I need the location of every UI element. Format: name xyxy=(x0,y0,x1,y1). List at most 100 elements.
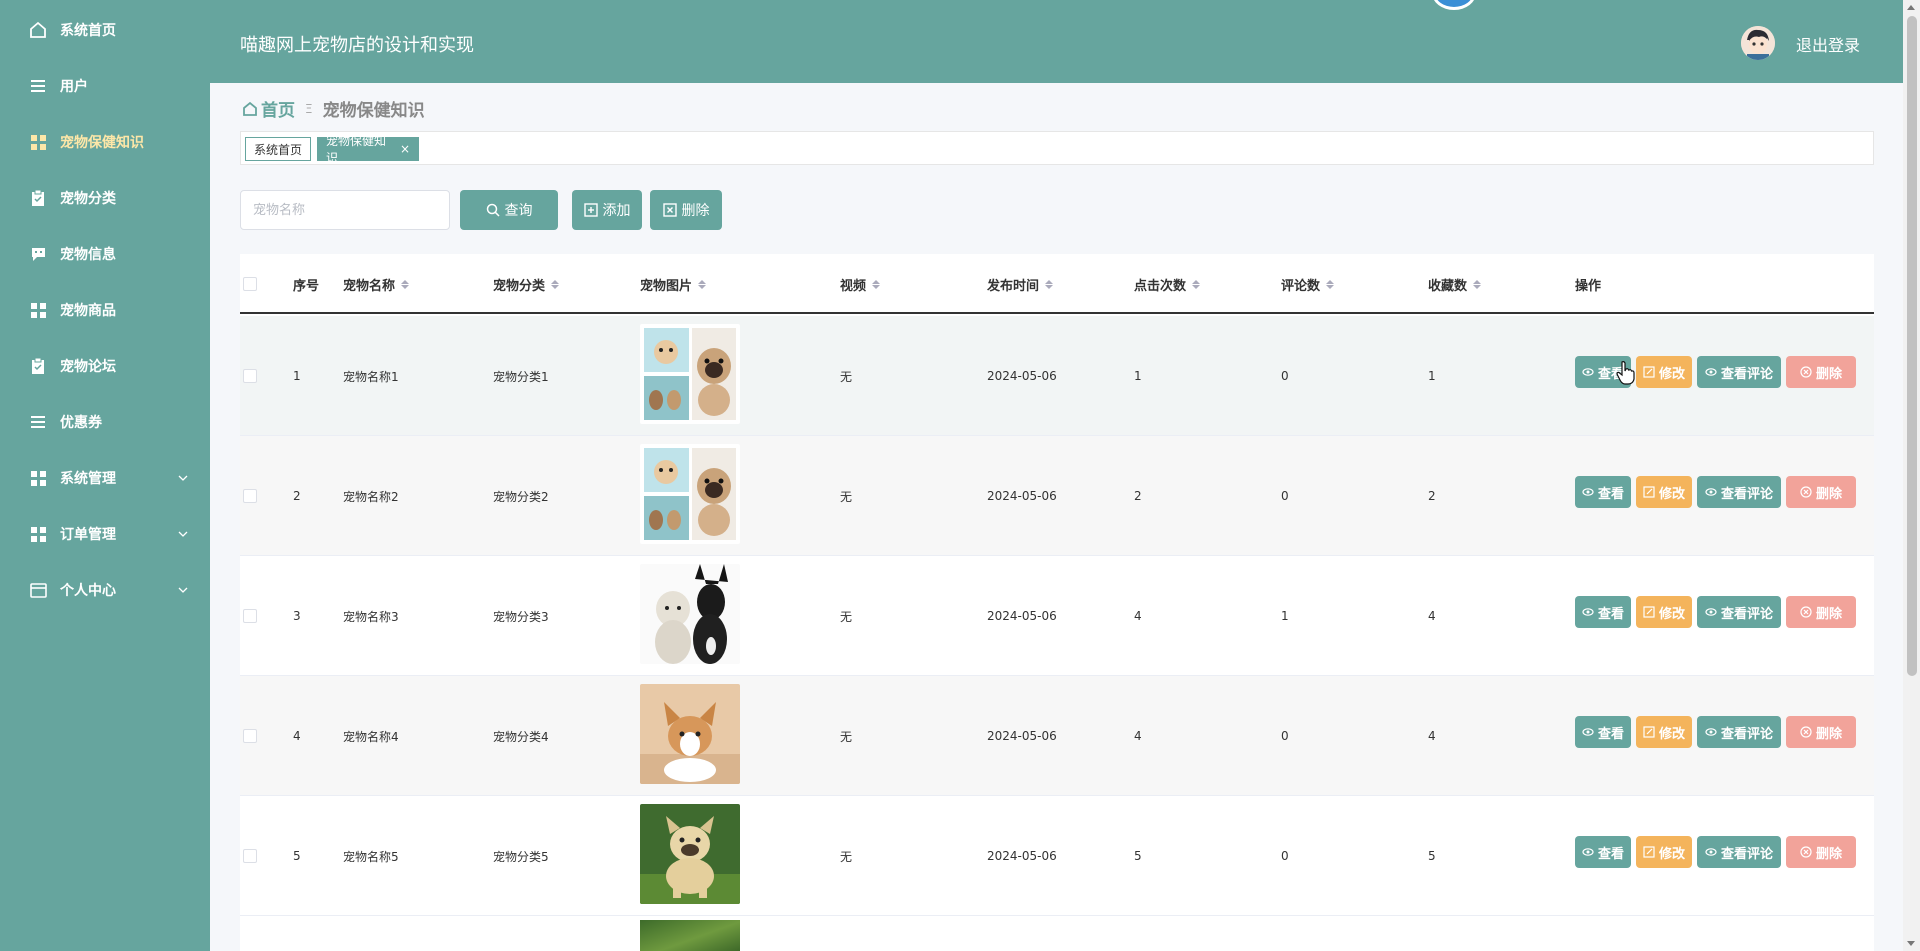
delete-button[interactable]: 删除 xyxy=(650,190,722,230)
row-delete-button[interactable]: 删除 xyxy=(1786,596,1856,628)
cell-comments: 1 xyxy=(1281,609,1289,623)
sort-icon[interactable] xyxy=(401,279,410,289)
sidebar-item-label: 系统首页 xyxy=(60,23,116,39)
hand-cursor-icon xyxy=(1616,361,1635,385)
pet-image[interactable] xyxy=(640,684,740,784)
row-delete-button[interactable]: 删除 xyxy=(1786,716,1856,748)
column-header-image[interactable]: 宠物图片 xyxy=(640,254,707,314)
tabs-bar: 系统首页 宠物保健知识 × xyxy=(240,131,1874,165)
sort-icon[interactable] xyxy=(872,279,881,289)
edit-icon xyxy=(1643,606,1655,618)
sidebar-item-label: 宠物信息 xyxy=(60,247,116,263)
edit-button[interactable]: 修改 xyxy=(1636,476,1692,508)
sidebar-item-users[interactable]: 用户 xyxy=(0,66,210,106)
avatar[interactable] xyxy=(1741,26,1775,60)
sidebar-item-pet-info[interactable]: 宠物信息 xyxy=(0,234,210,274)
sort-icon[interactable] xyxy=(1473,279,1482,289)
view-comments-button[interactable]: 查看评论 xyxy=(1697,596,1781,628)
scroll-thumb[interactable] xyxy=(1907,16,1917,676)
sidebar-item-system-management[interactable]: 系统管理 xyxy=(0,458,210,498)
edit-button-label: 修改 xyxy=(1658,606,1685,622)
page-scrollbar[interactable] xyxy=(1903,0,1920,951)
scroll-up-icon[interactable] xyxy=(1907,5,1915,10)
cell-index: 5 xyxy=(293,849,301,863)
logout-button[interactable]: 退出登录 xyxy=(1796,32,1860,56)
row-delete-button[interactable]: 删除 xyxy=(1786,356,1856,388)
sidebar-item-pet-forum[interactable]: 宠物论坛 xyxy=(0,346,210,386)
view-comments-button[interactable]: 查看评论 xyxy=(1697,836,1781,868)
search-input[interactable] xyxy=(240,190,450,230)
cell-index: 3 xyxy=(293,609,301,623)
view-comments-button[interactable]: 查看评论 xyxy=(1697,716,1781,748)
pet-image[interactable] xyxy=(640,564,740,664)
sort-icon[interactable] xyxy=(551,279,560,289)
sort-icon[interactable] xyxy=(1192,279,1201,289)
tab-health-knowledge[interactable]: 宠物保健知识 × xyxy=(317,134,419,165)
add-button[interactable]: 添加 xyxy=(572,190,642,230)
column-header-clicks[interactable]: 点击次数 xyxy=(1134,254,1201,314)
sidebar-item-home[interactable]: 系统首页 xyxy=(0,10,210,50)
row-checkbox[interactable] xyxy=(243,849,257,863)
edit-button[interactable]: 修改 xyxy=(1636,356,1692,388)
view-comments-button-label: 查看评论 xyxy=(1720,366,1773,382)
edit-icon xyxy=(1643,846,1655,858)
column-header-category[interactable]: 宠物分类 xyxy=(493,254,560,314)
column-header-comments[interactable]: 评论数 xyxy=(1281,254,1335,314)
view-button[interactable]: 查看 xyxy=(1575,716,1631,748)
breadcrumb-home[interactable]: 首页 xyxy=(242,96,295,121)
edit-button[interactable]: 修改 xyxy=(1636,836,1692,868)
row-checkbox[interactable] xyxy=(243,729,257,743)
pet-image[interactable] xyxy=(640,444,740,544)
column-header-name[interactable]: 宠物名称 xyxy=(343,254,410,314)
sort-icon[interactable] xyxy=(698,279,707,289)
row-delete-button[interactable]: 删除 xyxy=(1786,836,1856,868)
add-button-label: 添加 xyxy=(602,202,631,218)
sidebar-item-pet-category[interactable]: 宠物分类 xyxy=(0,178,210,218)
view-button[interactable]: 查看 xyxy=(1575,836,1631,868)
cell-date: 2024-05-06 xyxy=(987,369,1057,383)
column-header-date[interactable]: 发布时间 xyxy=(987,254,1054,314)
view-comments-button[interactable]: 查看评论 xyxy=(1697,476,1781,508)
row-checkbox[interactable] xyxy=(243,369,257,383)
pet-image[interactable] xyxy=(640,324,740,424)
tab-home[interactable]: 系统首页 xyxy=(245,137,311,161)
sort-icon[interactable] xyxy=(1326,279,1335,289)
close-icon[interactable]: × xyxy=(400,142,410,156)
cell-date: 2024-05-06 xyxy=(987,849,1057,863)
row-delete-button[interactable]: 删除 xyxy=(1786,476,1856,508)
sidebar-item-order-management[interactable]: 订单管理 xyxy=(0,514,210,554)
view-button[interactable]: 查看 xyxy=(1575,596,1631,628)
cell-clicks: 4 xyxy=(1134,609,1142,623)
cell-name: 宠物名称4 xyxy=(343,729,399,744)
close-circle-icon xyxy=(1800,606,1812,618)
row-checkbox[interactable] xyxy=(243,609,257,623)
app-title: 喵趣网上宠物店的设计和实现 xyxy=(240,35,474,56)
eye-icon xyxy=(1705,368,1717,376)
search-icon xyxy=(486,203,500,217)
chat-icon xyxy=(29,245,47,263)
query-button[interactable]: 查询 xyxy=(460,190,558,230)
sidebar-item-personal-center[interactable]: 个人中心 xyxy=(0,570,210,610)
breadcrumb: 首页 Ξ 宠物保健知识 xyxy=(242,96,425,121)
grid-icon xyxy=(29,525,47,543)
sort-icon[interactable] xyxy=(1045,279,1054,289)
eye-icon xyxy=(1582,608,1594,616)
select-all-checkbox[interactable] xyxy=(243,277,257,291)
scroll-down-icon[interactable] xyxy=(1907,941,1915,946)
row-checkbox[interactable] xyxy=(243,489,257,503)
column-header-favorites[interactable]: 收藏数 xyxy=(1428,254,1482,314)
view-button[interactable]: 查看 xyxy=(1575,476,1631,508)
edit-button[interactable]: 修改 xyxy=(1636,716,1692,748)
cell-clicks: 2 xyxy=(1134,489,1142,503)
view-comments-button-label: 查看评论 xyxy=(1720,486,1773,502)
eye-icon xyxy=(1705,728,1717,736)
pet-image[interactable] xyxy=(640,804,740,904)
column-header-video[interactable]: 视频 xyxy=(840,254,881,314)
cell-category: 宠物分类5 xyxy=(493,849,549,864)
view-comments-button[interactable]: 查看评论 xyxy=(1697,356,1781,388)
sidebar-item-coupons[interactable]: 优惠券 xyxy=(0,402,210,442)
edit-button[interactable]: 修改 xyxy=(1636,596,1692,628)
sidebar-item-health-knowledge[interactable]: 宠物保健知识 xyxy=(0,122,210,162)
cell-video: 无 xyxy=(840,729,853,744)
sidebar-item-pet-goods[interactable]: 宠物商品 xyxy=(0,290,210,330)
